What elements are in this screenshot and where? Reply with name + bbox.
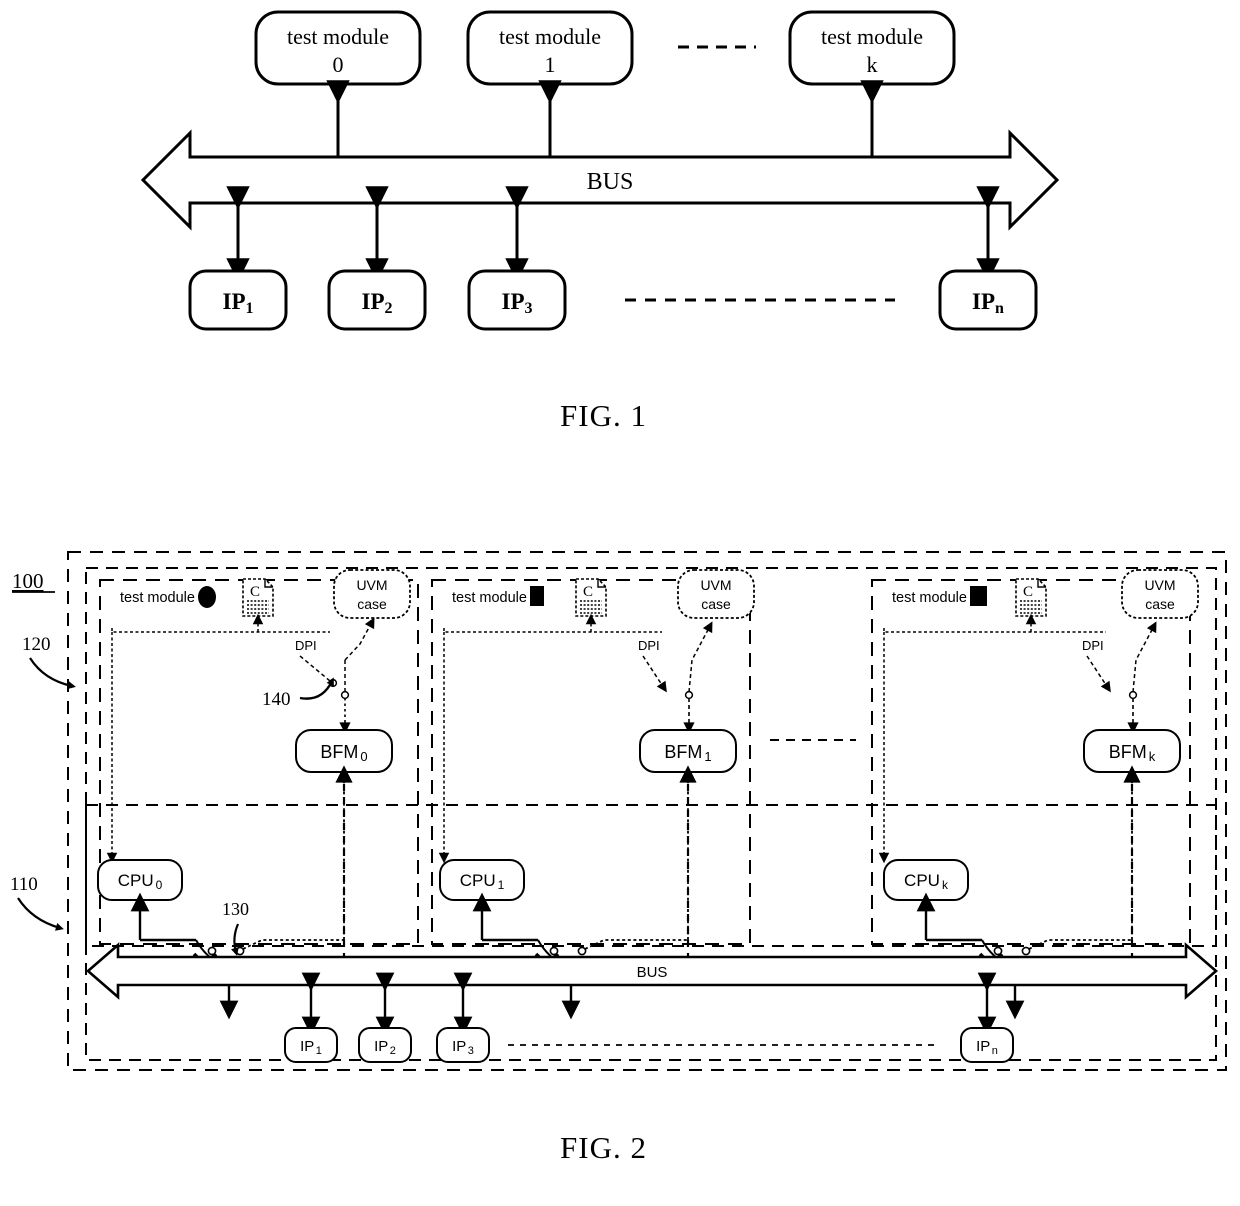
fig2-group-0-cpu-base: CPU [118,871,154,890]
fig2-ref-100-group: 100 [12,569,55,593]
fig2-bus: BUS [86,942,1218,1000]
svg-text:C: C [250,584,260,600]
fig2-group-1-testmodule-trace [443,628,662,633]
fig2-group-0-bfm-base: BFM [320,742,358,762]
fig2-group-0-dpi-label: DPI [295,638,317,653]
fig2-ip-3-sub: 3 [468,1045,474,1057]
fig2-group-1-test-module-subscript-blob [530,586,544,606]
fig2-group-1-test-module-label: test module [452,590,527,606]
fig2-group-0-c-source-file-icon: C [242,578,274,617]
fig1-test-module-k-line2: k [867,52,878,77]
fig2-group-0-uvm-case: UVM case [333,569,411,619]
fig2-system-boundary-100 [67,551,1227,1071]
fig2-ip-2: IP 2 [358,1027,412,1063]
fig1-ip-n-sub: n [995,300,1004,317]
fig2-group-0-testmodule-trace [111,628,330,633]
fig2-group-0-cpu-sub: 0 [156,878,163,892]
fig1-test-module-1-line2: 1 [545,52,556,77]
fig1-test-module-1-line1: test module [499,24,601,49]
fig2-ref-130: 130 [222,899,249,919]
fig2-group-2-bfm: BFM k [1083,729,1181,773]
fig2-group-2-uvm-line2: case [1145,596,1175,612]
fig1-ip-1-base: IP [223,289,246,314]
fig2-ref-110: 110 [10,874,38,895]
fig2-group-2-dpi-label: DPI [1082,638,1104,653]
fig2-group-0-uvm-line1: UVM [356,577,387,593]
fig1-ip-n: IPn [938,269,1038,331]
figure-1-caption: FIG. 1 [560,398,647,433]
fig2-ip-n-base: IP [976,1038,990,1055]
fig2-group-1-bfm-sub: 1 [704,749,711,764]
fig1-bus: BUS [140,129,1060,231]
fig1-ip-2-sub: 2 [385,300,393,317]
fig2-ref-140: 140 [262,689,291,710]
fig2-group-0-dpi-switch-140: 140 [262,617,375,734]
fig2-group-1-bfm: BFM 1 [639,729,737,773]
fig2-ref-120-group: 120 [22,634,76,690]
figure-sheet: test module 0 test module 1 test module … [0,0,1240,1206]
fig1-test-module-0: test module 0 [254,10,422,86]
fig2-ref-110-group: 110 [10,874,64,931]
fig2-group-0-bfm-sub: 0 [360,749,367,764]
fig2-ip-1-sub: 1 [316,1045,322,1057]
fig2-ip-1-base: IP [300,1038,314,1055]
fig2-group-1-bfm-base: BFM [664,742,702,762]
fig2-group-2-testmodule-trace [883,628,1106,633]
fig2-group-2-bfm-base: BFM [1109,742,1147,762]
fig1-ip-3: IP3 [467,269,567,331]
fig1-test-module-k: test module k [788,10,956,86]
fig2-group-2-c-source-file-icon: C [1015,578,1047,617]
fig1-test-module-0-line1: test module [287,24,389,49]
fig2-group-1-dpi-label: DPI [638,638,660,653]
figure-2-caption: FIG. 2 [560,1130,647,1165]
fig2-group-1-cpu-sub: 1 [498,878,505,892]
fig2-group-0-uvm-line2: case [357,596,387,612]
fig2-group-1-cpu-base: CPU [460,871,496,890]
fig2-group-0-test-module-label: test module [120,590,195,606]
fig1-test-module-k-line1: test module [821,24,923,49]
fig2-group-0-cpu: CPU 0 [97,859,183,901]
fig1-ip-3-sub: 3 [525,300,533,317]
fig2-group-1-uvm-line1: UVM [700,577,731,593]
svg-text:C: C [1023,584,1033,600]
fig2-ip-n: IP n [960,1027,1014,1063]
fig2-ip-n-sub: n [992,1045,998,1057]
fig1-ip-n-base: IP [972,289,995,314]
fig1-bus-label: BUS [587,169,634,195]
fig2-group-1-cpu: CPU 1 [439,859,525,901]
fig2-group-1-uvm-line2: case [701,596,731,612]
fig1-test-module-1: test module 1 [466,10,634,86]
fig1-ip-1-sub: 1 [246,300,254,317]
fig2-ip-2-base: IP [374,1038,388,1055]
figure-1-diagram: test module 0 test module 1 test module … [140,10,1060,331]
fig2-group-2-cpu-sub: k [942,878,949,892]
fig2-group-2-test-module-subscript-blob [970,586,987,606]
fig1-ip-2: IP2 [327,269,427,331]
fig2-group-2-cpu-base: CPU [904,871,940,890]
fig2-group-2-uvm-case: UVM case [1121,569,1199,619]
fig2-ip-3: IP 3 [436,1027,490,1063]
fig2-group-2-uvm-line1: UVM [1144,577,1175,593]
fig2-group-0-test-module-subscript-blob [198,586,216,608]
fig2-hardware-layer-110 [85,804,1217,1061]
fig2-group-1-uvm-case: UVM case [677,569,755,619]
fig2-bus-label: BUS [637,964,668,981]
fig1-ip-2-base: IP [362,289,385,314]
fig2-group-1-c-source-file-icon: C [575,578,607,617]
fig2-ref-120: 120 [22,634,51,655]
fig1-ip-3-base: IP [502,289,525,314]
fig2-group-2-bfm-sub: k [1149,749,1156,764]
fig2-ip-2-sub: 2 [390,1045,396,1057]
fig2-ip-3-base: IP [452,1038,466,1055]
fig2-group-0-bfm: BFM 0 [295,729,393,773]
svg-text:C: C [583,584,593,600]
fig2-ref-100: 100 [12,569,44,593]
fig1-ip-1: IP1 [188,269,288,331]
figure-2-diagram: test module C UVM case DPI 140 BFM 0 CPU… [10,551,1227,1071]
fig2-group-2-test-module-label: test module [892,590,967,606]
fig2-ip-1: IP 1 [284,1027,338,1063]
fig1-test-module-0-line2: 0 [333,52,344,77]
fig2-group-2-cpu: CPU k [883,859,969,901]
